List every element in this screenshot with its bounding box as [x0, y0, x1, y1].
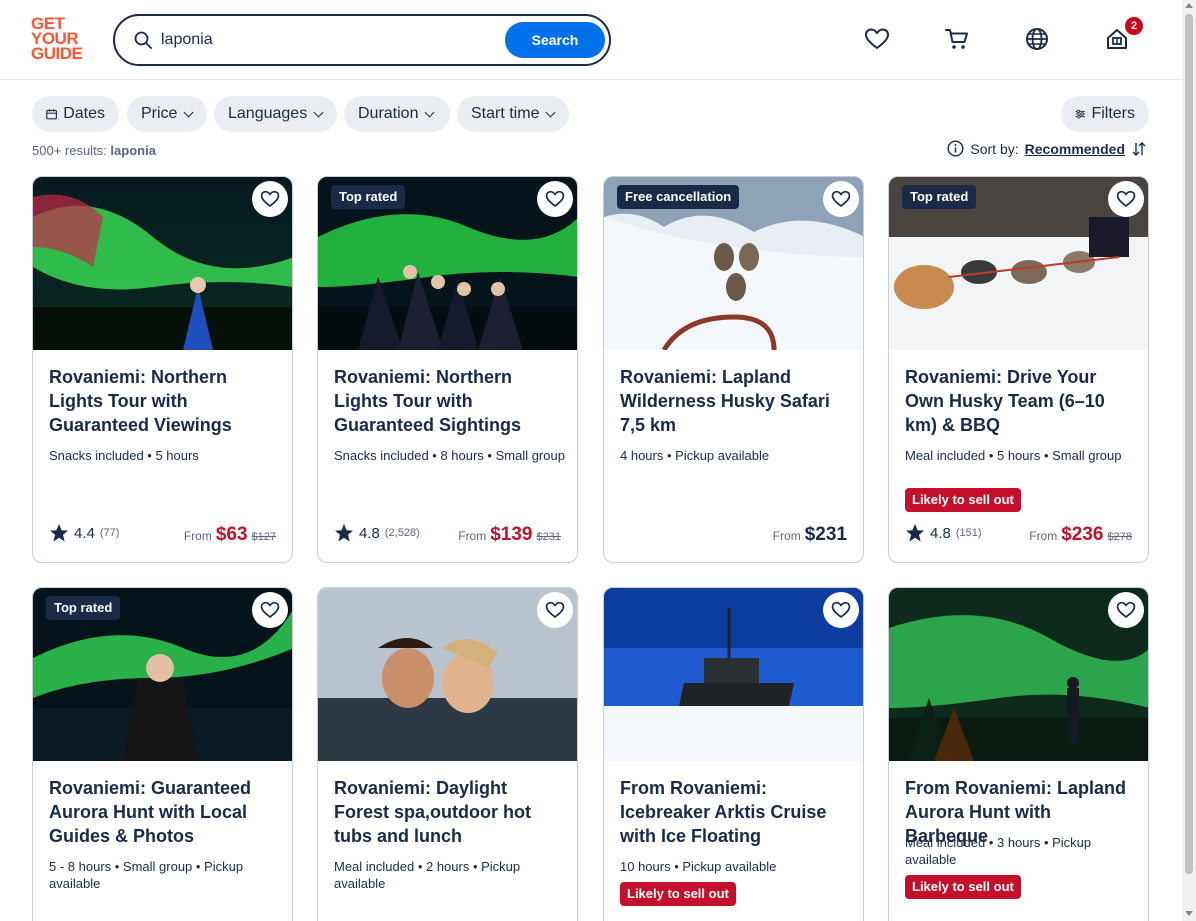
likely-to-sell-out-badge: Likely to sell out — [905, 875, 1021, 899]
notification-badge: 2 — [1125, 17, 1143, 35]
add-to-wishlist-button[interactable] — [537, 181, 573, 217]
heart-icon — [1116, 190, 1136, 207]
activity-card[interactable]: Rovaniemi: Northern Lights Tour with Gua… — [32, 176, 293, 563]
activity-details: Meal included • 3 hours • Pickup availab… — [905, 835, 1092, 867]
dates-filter-label: Dates — [63, 105, 105, 122]
heart-icon — [1116, 601, 1136, 618]
page-scrollbar[interactable] — [1182, 0, 1196, 921]
scroll-up-arrow-icon[interactable] — [1185, 3, 1193, 8]
activity-rating: 4.4 (77) — [49, 523, 119, 543]
chevron-down-icon — [184, 107, 194, 117]
all-filters-button[interactable]: Filters — [1061, 96, 1149, 132]
info-icon[interactable] — [947, 140, 964, 157]
heart-icon — [831, 601, 851, 618]
site-header: GET YOUR GUIDE Search 2 — [0, 0, 1182, 80]
star-icon — [335, 524, 353, 542]
heart-icon — [260, 601, 280, 618]
activity-card[interactable]: From Rovaniemi: Lapland Aurora Hunt with… — [888, 587, 1149, 921]
search-icon — [134, 31, 152, 49]
activity-details: 10 hours • Pickup available — [620, 859, 777, 874]
activity-card[interactable]: Top rated Rovaniemi: Guaranteed Aurora H… — [32, 587, 293, 921]
activity-rating: 4.8 (2,528) — [334, 523, 420, 543]
sort-value[interactable]: Recommended — [1025, 141, 1125, 157]
sliders-icon — [1075, 109, 1085, 119]
add-to-wishlist-button[interactable] — [823, 592, 859, 628]
add-to-wishlist-button[interactable] — [823, 181, 859, 217]
activity-card[interactable]: From Rovaniemi: Icebreaker Arktis Cruise… — [603, 587, 864, 921]
activity-price: From $139 $231 — [458, 524, 561, 545]
scroll-down-arrow-icon[interactable] — [1185, 911, 1193, 916]
dates-filter-button[interactable]: Dates — [32, 96, 119, 132]
duration-filter-dropdown[interactable]: Duration — [344, 96, 450, 132]
start-time-filter-label: Start time — [471, 105, 540, 122]
add-to-wishlist-button[interactable] — [252, 181, 288, 217]
sort-arrows-icon[interactable] — [1131, 141, 1147, 157]
heart-icon — [545, 601, 565, 618]
scrollbar-thumb[interactable] — [1185, 14, 1193, 874]
add-to-wishlist-button[interactable] — [252, 592, 288, 628]
activity-details: Meal included • 2 hours • Pickup availab… — [334, 859, 521, 891]
likely-to-sell-out-badge: Likely to sell out — [905, 488, 1021, 512]
activity-details: Snacks included • 5 hours — [49, 448, 199, 463]
heart-icon — [545, 190, 565, 207]
top-rated-badge: Top rated — [331, 185, 406, 209]
activity-card[interactable]: Top rated Rovaniemi: Northern Lights Tou… — [317, 176, 578, 563]
languages-filter-dropdown[interactable]: Languages — [214, 96, 337, 132]
activity-card[interactable]: Free cancellation Rovaniemi: Lapland Wil… — [603, 176, 864, 563]
price-filter-label: Price — [141, 105, 178, 122]
wishlist-heart-icon[interactable] — [864, 26, 890, 52]
activity-title[interactable]: Rovaniemi: Northern Lights Tour with Gua… — [334, 365, 566, 437]
activity-card[interactable]: Rovaniemi: Daylight Forest spa,outdoor h… — [317, 587, 578, 921]
getyourguide-logo[interactable]: GET YOUR GUIDE — [31, 15, 91, 64]
heart-icon — [260, 190, 280, 207]
languages-filter-label: Languages — [228, 105, 308, 122]
add-to-wishlist-button[interactable] — [1108, 181, 1144, 217]
activity-details: Meal included • 5 hours • Small group — [905, 448, 1122, 463]
chevron-down-icon — [425, 107, 435, 117]
activity-details: 4 hours • Pickup available — [620, 448, 770, 463]
chevron-down-icon — [546, 107, 556, 117]
chevron-down-icon — [313, 107, 324, 117]
activity-title[interactable]: Rovaniemi: Lapland Wilderness Husky Safa… — [620, 365, 852, 437]
all-filters-label: Filters — [1091, 105, 1135, 122]
activity-title[interactable]: From Rovaniemi: Icebreaker Arktis Cruise… — [620, 776, 852, 848]
top-rated-badge: Top rated — [902, 185, 977, 209]
heart-icon — [831, 190, 851, 207]
activity-rating: 4.8 (151) — [905, 523, 982, 543]
star-icon — [906, 524, 924, 542]
activity-title[interactable]: Rovaniemi: Guaranteed Aurora Hunt with L… — [49, 776, 281, 848]
results-count: 500+ results: laponia — [32, 143, 156, 158]
activity-price: From $63 $127 — [183, 524, 276, 545]
duration-filter-label: Duration — [358, 105, 419, 122]
activity-details: Snacks included • 8 hours • Small group — [334, 448, 565, 463]
sort-label: Sort by: — [970, 140, 1019, 157]
top-rated-badge: Top rated — [46, 596, 121, 620]
activity-details: 5 - 8 hours • Small group • Pickup avail… — [49, 859, 244, 891]
globe-icon[interactable] — [1024, 26, 1050, 52]
search-input[interactable] — [161, 26, 501, 54]
start-time-filter-dropdown[interactable]: Start time — [457, 96, 569, 132]
free-cancellation-badge: Free cancellation — [617, 185, 740, 209]
activity-title[interactable]: Rovaniemi: Northern Lights Tour with Gua… — [49, 365, 281, 437]
cart-icon[interactable] — [944, 26, 970, 52]
activity-card[interactable]: Top rated Rovaniemi: Drive Your Own Husk… — [888, 176, 1149, 563]
activity-price: From $236 $278 — [1029, 524, 1132, 545]
search-bar: Search — [113, 14, 611, 66]
search-button[interactable]: Search — [505, 22, 605, 58]
activity-title[interactable]: Rovaniemi: Drive Your Own Husky Team (6–… — [905, 365, 1137, 437]
sort-control[interactable]: Sort by: Recommended — [947, 140, 1147, 157]
add-to-wishlist-button[interactable] — [1108, 592, 1144, 628]
likely-to-sell-out-badge: Likely to sell out — [620, 882, 736, 906]
add-to-wishlist-button[interactable] — [537, 592, 573, 628]
activity-price: From $231 — [772, 524, 847, 545]
star-icon — [50, 524, 68, 542]
calendar-icon — [46, 109, 57, 120]
price-filter-dropdown[interactable]: Price — [127, 96, 207, 132]
activity-title[interactable]: Rovaniemi: Daylight Forest spa,outdoor h… — [334, 776, 566, 848]
